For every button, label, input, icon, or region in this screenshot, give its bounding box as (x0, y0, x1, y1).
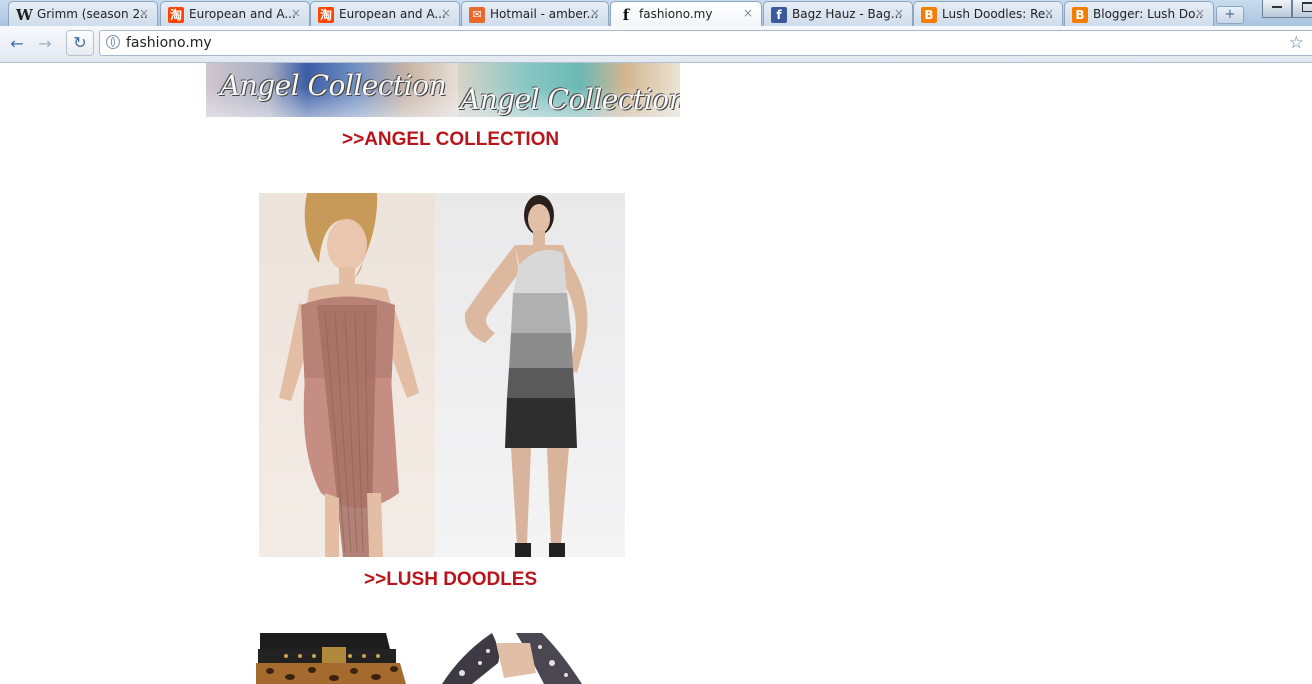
close-tab-icon[interactable]: × (139, 6, 149, 20)
back-arrow-icon: ← (10, 34, 24, 53)
angel-collection-banner-left[interactable]: Angel Collection (206, 63, 458, 117)
browser-toolbar: ← → ↻ fashiono.my ☆ (0, 26, 1312, 63)
tab-title: European and A... (189, 7, 296, 21)
new-tab-button[interactable]: + (1216, 6, 1244, 24)
hotmail-icon: ✉ (469, 7, 485, 23)
tab-hotmail[interactable]: ✉ Hotmail - amber... × (461, 1, 609, 26)
close-tab-icon[interactable]: × (1195, 6, 1205, 20)
maximize-button[interactable] (1292, 0, 1312, 18)
reload-icon: ↻ (73, 33, 87, 52)
ombre-dress-illustration (464, 195, 588, 557)
fashiono-icon: f (622, 6, 630, 24)
minimize-button[interactable] (1262, 0, 1292, 18)
tab-blogger[interactable]: B Blogger: Lush Do... × (1064, 1, 1214, 26)
tab-european-1[interactable]: 淘 European and A... × (160, 1, 310, 26)
close-tab-icon[interactable]: × (743, 6, 753, 20)
bookmark-star-icon[interactable]: ☆ (1289, 33, 1304, 53)
angel-collection-link[interactable]: >>ANGEL COLLECTION (342, 129, 559, 151)
taobao-icon: 淘 (318, 7, 334, 23)
lush-doodles-link[interactable]: >>LUSH DOODLES (364, 569, 537, 591)
tab-lush-doodles[interactable]: B Lush Doodles: Re... × (913, 1, 1063, 26)
page-content: Angel Collection Angel Collection >>ANGE… (0, 63, 1312, 684)
fringe-dress-illustration (279, 193, 419, 557)
wikipedia-icon: W (16, 6, 33, 24)
leopard-skirt-illustration (256, 633, 410, 684)
close-tab-icon[interactable]: × (590, 6, 600, 20)
blogger-icon: B (1072, 7, 1088, 23)
blogger-icon: B (921, 7, 937, 23)
tab-title: Bagz Hauz - Bag... (792, 7, 902, 21)
banner-script-text: Angel Collection (460, 83, 680, 116)
tab-european-2[interactable]: 淘 European and A... × (310, 1, 460, 26)
close-tab-icon[interactable]: × (894, 6, 904, 20)
tab-title: fashiono.my (639, 7, 713, 21)
close-tab-icon[interactable]: × (441, 6, 451, 20)
fringe-dress-photo[interactable] (259, 193, 435, 557)
facebook-icon: f (771, 7, 787, 23)
minimize-icon (1272, 6, 1282, 8)
tab-strip: W Grimm (season 2... × 淘 European and A.… (0, 0, 1312, 26)
forward-arrow-icon: → (38, 34, 52, 53)
tab-title: Grimm (season 2... (37, 7, 147, 21)
maximize-icon (1301, 2, 1312, 12)
tab-title: European and A... (339, 7, 446, 21)
close-tab-icon[interactable]: × (291, 6, 301, 20)
taobao-icon: 淘 (168, 7, 184, 23)
globe-icon (106, 35, 120, 49)
address-url[interactable]: fashiono.my (126, 35, 212, 51)
tab-title: Blogger: Lush Do... (1093, 7, 1203, 21)
tab-bagz-hauz[interactable]: f Bagz Hauz - Bag... × (763, 1, 913, 26)
leopard-skirt-photo[interactable] (256, 633, 410, 684)
ombre-dress-photo[interactable] (435, 193, 625, 557)
tab-title: Hotmail - amber... (490, 7, 599, 21)
tab-grimm[interactable]: W Grimm (season 2... × (8, 1, 158, 26)
tab-fashiono[interactable]: f fashiono.my × (610, 1, 762, 26)
close-tab-icon[interactable]: × (1044, 6, 1054, 20)
tab-title: Lush Doodles: Re... (942, 7, 1052, 21)
banner-script-text: Angel Collection (220, 69, 447, 102)
back-button[interactable]: ← (6, 33, 28, 55)
forward-button[interactable]: → (34, 33, 56, 55)
angel-collection-banner-right[interactable]: Angel Collection (458, 63, 680, 117)
address-bar[interactable]: fashiono.my ☆ (99, 30, 1312, 56)
printed-jacket-photo[interactable] (432, 633, 598, 684)
reload-button[interactable]: ↻ (66, 30, 94, 56)
printed-jacket-illustration (432, 633, 598, 684)
